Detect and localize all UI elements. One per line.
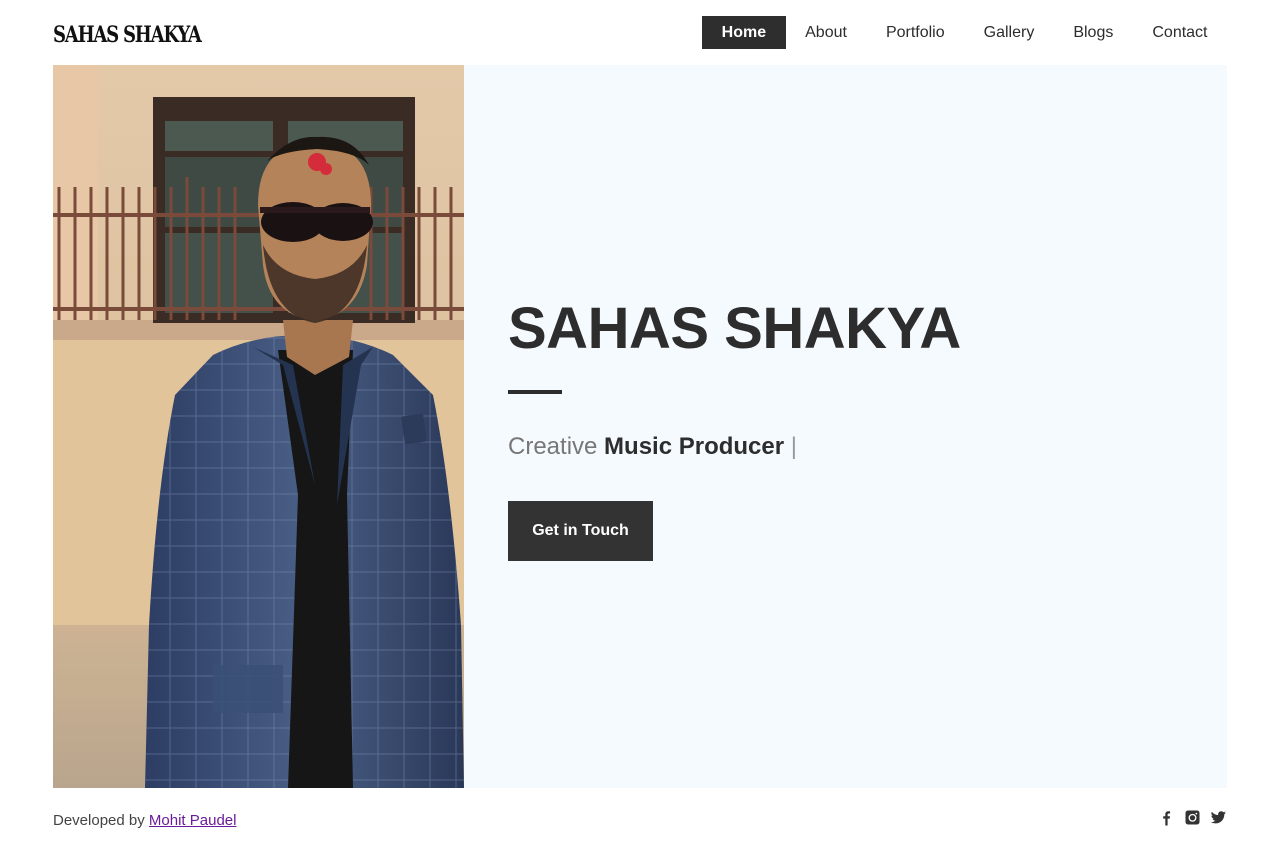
tagline-role: Music Producer xyxy=(604,433,785,460)
hero-tagline: Creative Music Producer | xyxy=(508,433,797,461)
hero-divider xyxy=(508,390,562,394)
nav-about[interactable]: About xyxy=(786,16,867,49)
site-footer: Developed by Mohit Paudel xyxy=(0,790,1280,853)
nav-gallery[interactable]: Gallery xyxy=(964,16,1054,49)
instagram-icon[interactable] xyxy=(1184,809,1201,826)
hero-section: SAHAS SHAKYA Creative Music Producer | G… xyxy=(53,65,1227,788)
main-nav: Home About Portfolio Gallery Blogs Conta… xyxy=(702,16,1227,49)
footer-credit: Developed by Mohit Paudel xyxy=(53,812,236,829)
profile-photo xyxy=(53,65,464,788)
tagline-prefix: Creative xyxy=(508,433,605,460)
nav-portfolio[interactable]: Portfolio xyxy=(866,16,964,49)
credit-prefix: Developed by xyxy=(53,812,149,829)
twitter-icon[interactable] xyxy=(1210,809,1227,826)
facebook-icon[interactable] xyxy=(1158,809,1175,826)
nav-blogs[interactable]: Blogs xyxy=(1054,16,1133,49)
nav-contact[interactable]: Contact xyxy=(1133,16,1227,49)
credit-author-link[interactable]: Mohit Paudel xyxy=(149,812,237,829)
typing-cursor: | xyxy=(784,433,797,460)
site-logo[interactable]: SAHAS SHAKYA xyxy=(53,22,202,48)
hero-name: SAHAS SHAKYA xyxy=(508,296,961,361)
get-in-touch-button[interactable]: Get in Touch xyxy=(508,501,653,561)
social-links xyxy=(1158,809,1227,826)
top-navbar: SAHAS SHAKYA Home About Portfolio Galler… xyxy=(0,0,1280,65)
nav-home[interactable]: Home xyxy=(702,16,786,49)
